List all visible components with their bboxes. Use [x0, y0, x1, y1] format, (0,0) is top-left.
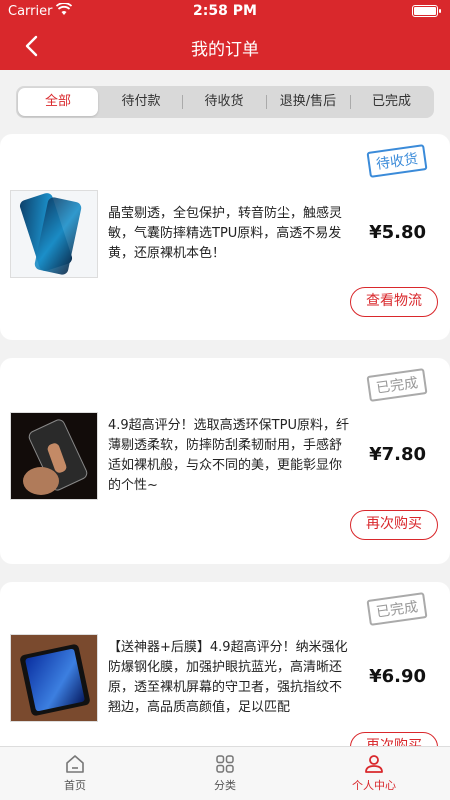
product-image[interactable] [10, 412, 98, 500]
page-title: 我的订单 [191, 40, 259, 60]
product-price: ¥6.90 [369, 666, 426, 687]
buy-again-button[interactable]: 再次购买 [350, 510, 438, 540]
track-shipment-button[interactable]: 查看物流 [350, 287, 438, 317]
product-description: 【送神器+后膜】4.9超高评分！纳米强化防爆钢化膜，加强护眼抗蓝光，高清晰还原，… [108, 640, 348, 715]
app-header: Carrier 2:58 PM 我的订单 [0, 0, 450, 70]
grid-icon [216, 755, 234, 773]
nav-profile-label: 个人中心 [352, 779, 396, 792]
product-price: ¥7.80 [369, 444, 426, 465]
product-image[interactable] [10, 190, 98, 278]
tab-pending-receipt[interactable]: 待收货 [183, 88, 265, 116]
product-description: 晶莹剔透，全包保护，转音防尘，触感灵敏，气囊防摔精选TPU原料，高透不易发黄，还… [108, 206, 343, 261]
nav-profile[interactable]: 个人中心 [334, 753, 414, 793]
order-card[interactable]: 已完成 4.9超高评分！选取高透环保TPU原料，纤薄剔透柔软，防摔防刮柔韧耐用，… [0, 358, 450, 564]
user-icon [365, 755, 383, 773]
home-icon [66, 755, 84, 773]
tab-all[interactable]: 全部 [18, 88, 98, 116]
tab-pending-payment[interactable]: 待付款 [100, 88, 182, 116]
nav-category-label: 分类 [214, 779, 236, 792]
order-card[interactable]: 已完成 【送神器+后膜】4.9超高评分！纳米强化防爆钢化膜，加强护眼抗蓝光，高清… [0, 582, 450, 746]
tab-completed[interactable]: 已完成 [351, 88, 432, 116]
nav-home-label: 首页 [64, 779, 86, 792]
product-description: 4.9超高评分！选取高透环保TPU原料，纤薄剔透柔软，防摔防刮柔韧耐用，手感舒适… [108, 418, 349, 493]
buy-again-button[interactable]: 再次购买 [350, 732, 438, 746]
status-stamp: 已完成 [366, 368, 428, 402]
order-card[interactable]: 待收货 晶莹剔透，全包保护，转音防尘，触感灵敏，气囊防摔精选TPU原料，高透不易… [0, 134, 450, 340]
order-tabs: 全部 待付款 待收货 退换/售后 已完成 [16, 86, 434, 118]
status-stamp: 待收货 [366, 144, 428, 178]
battery-icon [412, 5, 441, 17]
product-price: ¥5.80 [369, 222, 426, 243]
tab-returns[interactable]: 退换/售后 [267, 88, 349, 116]
status-bar: Carrier 2:58 PM [0, 0, 450, 24]
nav-category[interactable]: 分类 [185, 753, 265, 793]
bottom-nav: 首页 分类 个人中心 [0, 746, 450, 800]
status-time: 2:58 PM [193, 3, 257, 19]
status-stamp: 已完成 [366, 592, 428, 626]
product-image[interactable] [10, 634, 98, 722]
nav-home[interactable]: 首页 [35, 753, 115, 793]
